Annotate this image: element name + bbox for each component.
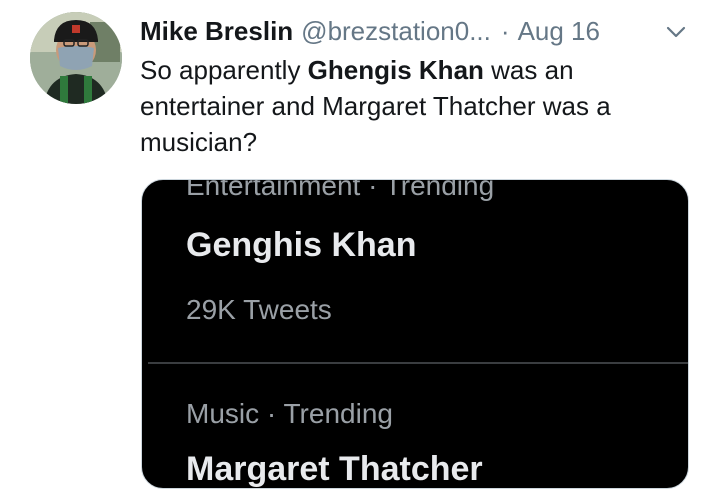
- tweet-header: Mike Breslin @brezstation0... · Aug 16: [140, 14, 700, 48]
- trend-name-1: Genghis Khan: [186, 226, 417, 264]
- separator-dot: ·: [500, 15, 510, 46]
- trend-count-1: 29K Tweets: [186, 294, 332, 325]
- tweet-bold-name: Ghengis Khan: [307, 55, 484, 85]
- divider: [148, 362, 688, 364]
- trend-meta-2: Music · Trending: [186, 398, 393, 429]
- tweet-date[interactable]: Aug 16: [518, 16, 600, 47]
- chevron-down-icon[interactable]: [662, 18, 690, 46]
- author-name[interactable]: Mike Breslin: [140, 16, 293, 47]
- trend-meta-1: Entertainment · Trending: [186, 179, 495, 201]
- trend-name-2: Margaret Thatcher: [186, 450, 483, 488]
- avatar-photo: [30, 12, 122, 104]
- author-handle[interactable]: @brezstation0...: [301, 16, 491, 47]
- tweet-text-before: So apparently: [140, 55, 308, 85]
- tweet-media-image[interactable]: Entertainment · Trending Genghis Khan 29…: [141, 179, 689, 489]
- tweet-text: So apparently Ghengis Khan was an entert…: [140, 52, 680, 160]
- avatar[interactable]: [30, 12, 122, 104]
